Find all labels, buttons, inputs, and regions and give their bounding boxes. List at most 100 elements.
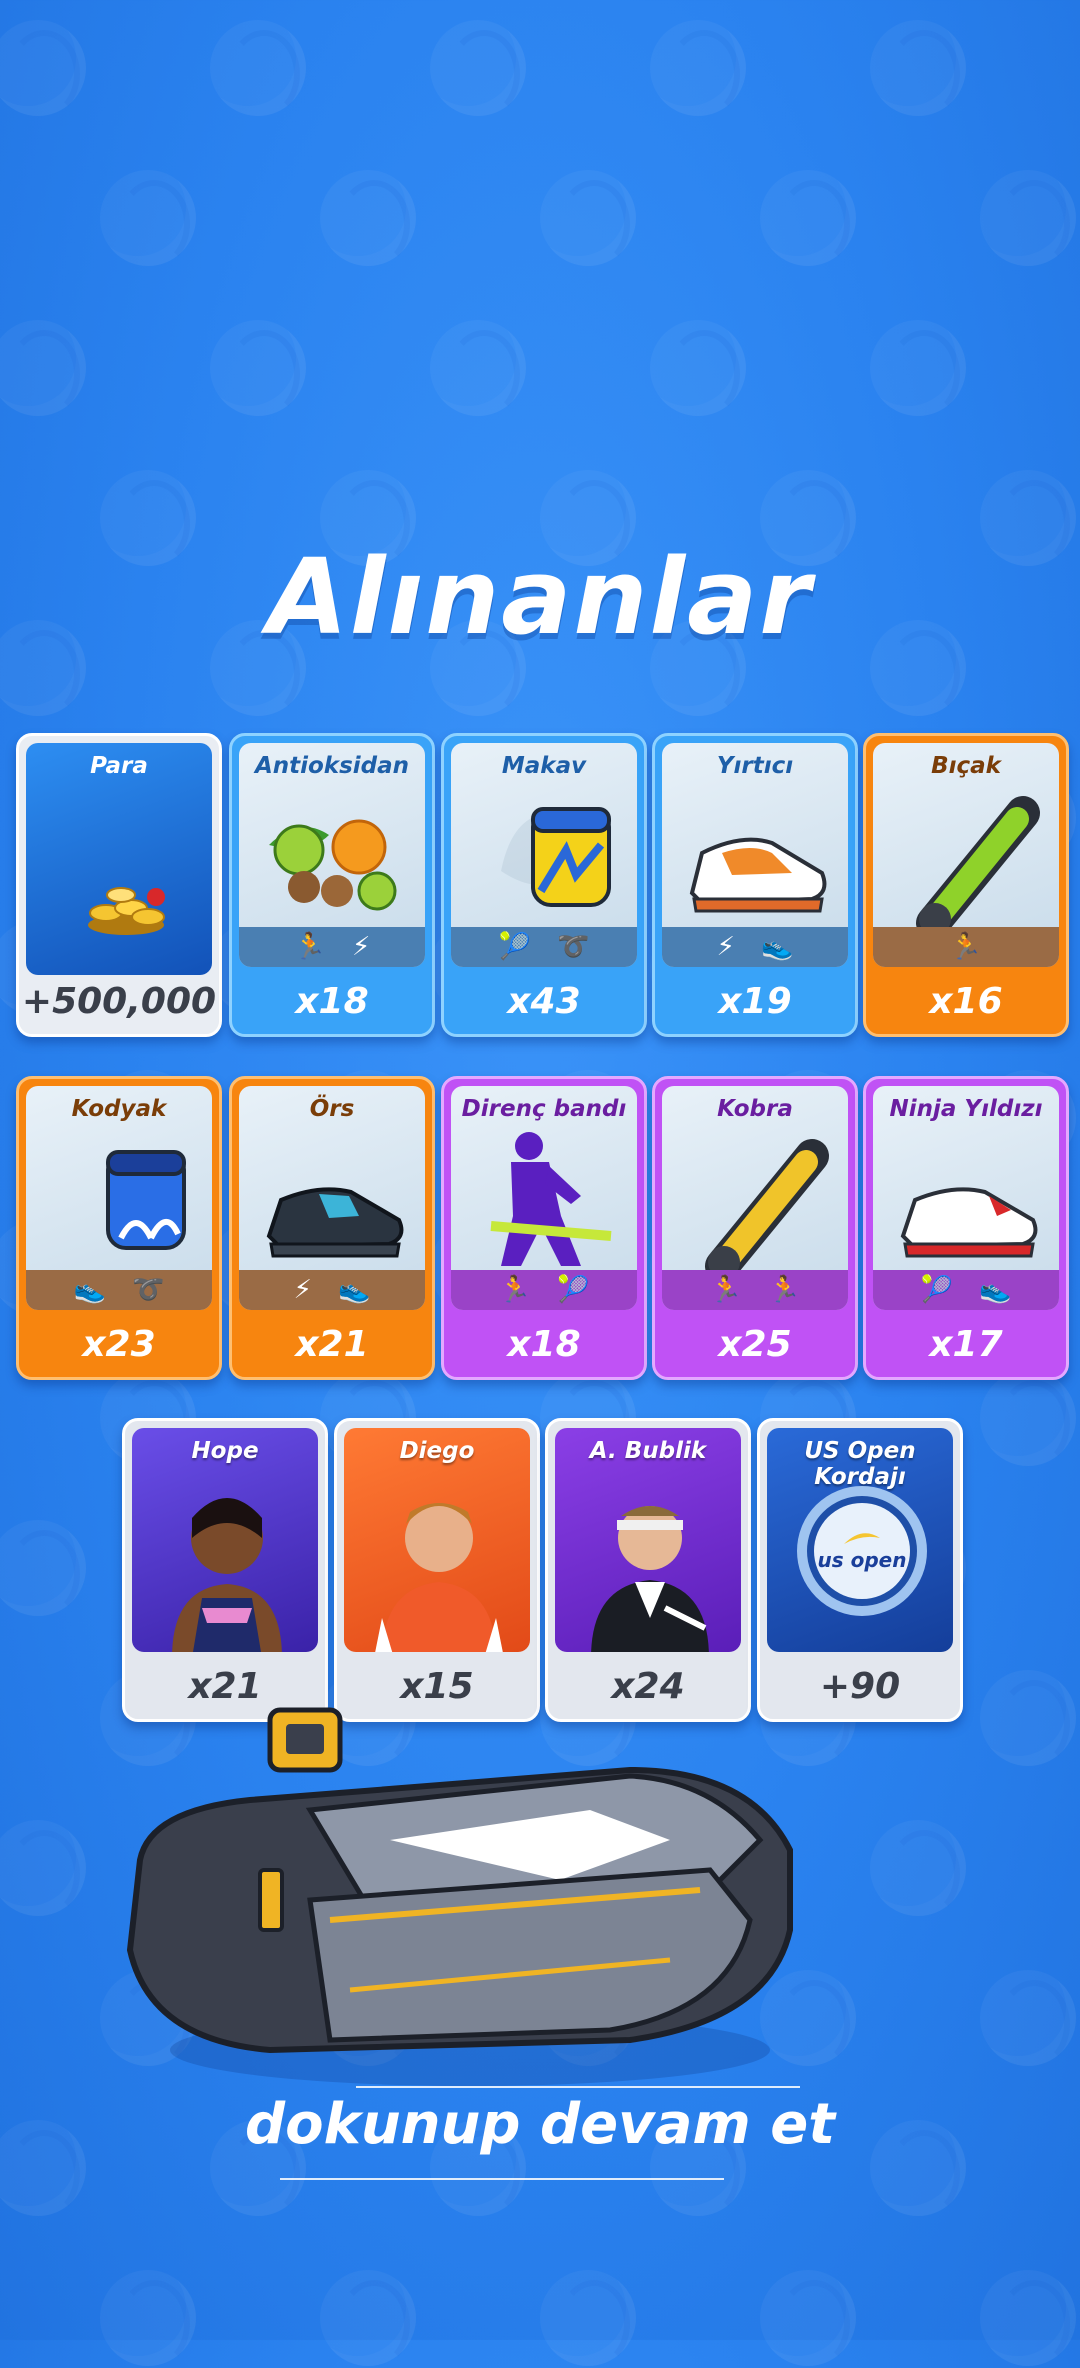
card-art: Kodyak 👟 ➰ (26, 1086, 212, 1310)
reward-card-antioksidan[interactable]: Antioksidan 🏃 ⚡ x18 (229, 733, 435, 1037)
background-ball-icon (870, 1820, 966, 1918)
power-icon: ⚡ (352, 932, 371, 962)
card-count: x18 (295, 981, 369, 1022)
background-ball-icon (210, 320, 306, 418)
tap-divider-top (356, 2086, 800, 2088)
card-art: Para (26, 743, 212, 975)
card-art: Yırtıcı ⚡ 👟 (662, 743, 848, 967)
control-icon: 🎾 (498, 932, 531, 962)
card-art: Diego (344, 1428, 530, 1652)
card-name: Para (90, 753, 148, 779)
card-art: Direnç bandı 🏃 🎾 (451, 1086, 637, 1310)
reward-card-hope[interactable]: Hope x21 (122, 1418, 328, 1722)
speed-icon: 👟 (979, 1275, 1012, 1305)
control-icon: 🎾 (920, 1275, 953, 1305)
card-name: A. Bublik (589, 1438, 707, 1464)
card-name: Kodyak (71, 1096, 167, 1122)
page-title: Alınanlar (267, 536, 813, 658)
card-count: x25 (718, 1324, 792, 1365)
speed-icon: 👟 (73, 1275, 106, 1305)
reward-card-direnc-bandi[interactable]: Direnç bandı 🏃 🎾 x18 (441, 1076, 647, 1380)
player-portrait-bublik (591, 1506, 709, 1652)
coins-icon (88, 887, 165, 935)
background-ball-icon (760, 2270, 856, 2368)
reward-card-ors[interactable]: Örs ⚡ 👟 x21 (229, 1076, 435, 1380)
reward-bag[interactable] (110, 1690, 830, 2090)
card-count: x19 (718, 981, 792, 1022)
background-ball-icon (540, 2270, 636, 2368)
card-art: Hope (132, 1428, 318, 1652)
reward-card-kodyak[interactable]: Kodyak 👟 ➰ x23 (16, 1076, 222, 1380)
card-name: Hope (191, 1438, 259, 1464)
card-name: Antioksidan (254, 753, 410, 779)
speed-icon: 👟 (337, 1275, 371, 1305)
card-name: Diego (399, 1438, 475, 1464)
power-icon: ⚡ (293, 1275, 312, 1305)
card-name: Bıçak (931, 753, 1001, 779)
reward-card-a-bublik[interactable]: A. Bublik x24 (545, 1418, 751, 1722)
reward-card-makav[interactable]: Makav 🎾 ➰ x43 (441, 733, 647, 1037)
background-ball-icon (0, 1820, 86, 1918)
background-ball-icon (210, 20, 306, 118)
background-ball-icon (430, 20, 526, 118)
agility-icon: ➰ (557, 932, 590, 962)
background-ball-icon (980, 1970, 1076, 2068)
card-count: x21 (295, 1324, 369, 1365)
tap-to-continue[interactable]: dokunup devam et (0, 2092, 1080, 2157)
fruit-icon (269, 819, 397, 911)
background-ball-icon (980, 170, 1076, 268)
reward-card-yirtici[interactable]: Yırtıcı ⚡ 👟 x19 (652, 733, 858, 1037)
stamina-icon: 🏃 (768, 1275, 801, 1305)
reward-card-diego[interactable]: Diego x15 (334, 1418, 540, 1722)
shoe-icon (689, 837, 827, 913)
background-ball-icon (870, 20, 966, 118)
background-ball-icon (430, 320, 526, 418)
reward-card-kobra[interactable]: Kobra 🏃 🏃 x25 (652, 1076, 858, 1380)
card-name: Yırtıcı (716, 753, 794, 779)
shoe-icon (900, 1187, 1038, 1258)
background-ball-icon (0, 20, 86, 118)
card-count: x23 (82, 1324, 156, 1365)
stat-bar: 🎾 ➰ (451, 927, 637, 967)
background-ball-icon (320, 2270, 416, 2368)
stamina-icon: 🏃 (293, 932, 327, 962)
card-name: Makav (501, 753, 587, 779)
background-ball-icon (540, 170, 636, 268)
stat-bar: 🏃 🏃 (662, 1270, 848, 1310)
grip-icon (705, 1139, 829, 1276)
card-name: Ninja Yıldızı (889, 1096, 1043, 1122)
reward-card-bicak[interactable]: Bıçak 🏃 x16 (863, 733, 1069, 1037)
reward-card-para[interactable]: Para +500,000 (16, 733, 222, 1037)
us-open-flame-icon (844, 1533, 880, 1544)
background-ball-icon (650, 320, 746, 418)
card-art: Örs ⚡ 👟 (239, 1086, 425, 1310)
card-art: Makav 🎾 ➰ (451, 743, 637, 967)
card-name: Direnç bandı (461, 1096, 627, 1122)
reward-card-ninja-yildizi[interactable]: Ninja Yıldızı 🎾 👟 x17 (863, 1076, 1069, 1380)
player-portrait-diego (375, 1503, 503, 1652)
stat-bar: ⚡ 👟 (239, 1270, 425, 1310)
background-ball-icon (980, 2270, 1076, 2368)
us-open-logo-text: us open (817, 1548, 907, 1572)
speed-icon: 👟 (760, 932, 794, 962)
card-count: x43 (507, 981, 581, 1022)
stat-bar: 👟 ➰ (26, 1270, 212, 1310)
background-ball-icon (760, 170, 856, 268)
background-ball-icon (100, 170, 196, 268)
power-icon: ⚡ (716, 932, 735, 962)
reward-card-us-open-kordaji[interactable]: US Open Kordajı us open +90 (757, 1418, 963, 1722)
card-art: US Open Kordajı us open (767, 1428, 953, 1652)
background-ball-icon (650, 20, 746, 118)
background-ball-icon (320, 170, 416, 268)
card-name: Kobra (717, 1096, 793, 1122)
stat-bar: 🎾 👟 (873, 1270, 1059, 1310)
card-art: Kobra 🏃 🏃 (662, 1086, 848, 1310)
stat-bar: ⚡ 👟 (662, 927, 848, 967)
stat-bar: 🏃 🎾 (451, 1270, 637, 1310)
grip-icon (916, 796, 1040, 933)
card-name: US Open Kordajı (804, 1438, 916, 1490)
card-count: x16 (929, 981, 1003, 1022)
card-art: A. Bublik (555, 1428, 741, 1652)
wristband-icon (106, 1150, 186, 1250)
background-ball-icon (100, 2270, 196, 2368)
